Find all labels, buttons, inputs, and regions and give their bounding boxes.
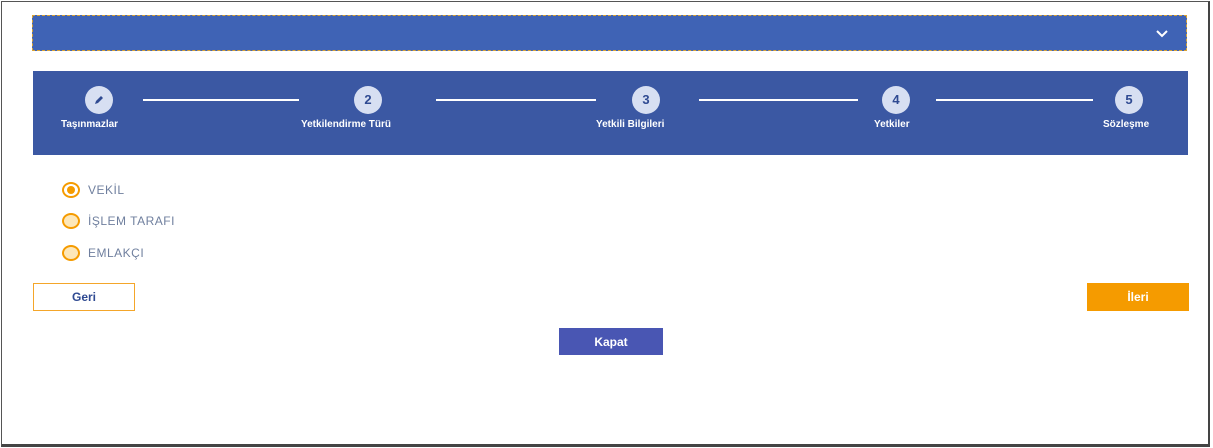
radio-label: EMLAKÇI [88, 246, 145, 260]
radio-option-vekil[interactable]: VEKİL [62, 181, 125, 199]
radio-button[interactable] [62, 213, 80, 229]
step-2-label: Yetkilendirme Türü [301, 119, 392, 130]
step-connector [936, 99, 1093, 101]
radio-option-islem-tarafi[interactable]: İŞLEM TARAFI [62, 212, 175, 230]
chevron-down-icon[interactable] [1156, 26, 1168, 40]
step-2-circle[interactable]: 2 [354, 86, 382, 114]
step-1-label: Taşınmazlar [61, 119, 119, 130]
wizard-stepper: 2 3 4 5 Taşınmazlar Yetkilendirme Türü Y… [33, 71, 1188, 155]
radio-button-checked[interactable] [62, 182, 80, 198]
step-5-circle[interactable]: 5 [1115, 86, 1143, 114]
step-4-circle[interactable]: 4 [882, 86, 910, 114]
step-5-label: Sözleşme [1103, 119, 1150, 130]
close-button[interactable]: Kapat [559, 328, 663, 355]
step-3-label: Yetkili Bilgileri [596, 119, 665, 130]
radio-label: VEKİL [88, 183, 125, 197]
radio-button[interactable] [62, 245, 80, 261]
step-connector [143, 99, 299, 101]
next-button[interactable]: İleri [1087, 283, 1189, 311]
step-4-label: Yetkiler [874, 119, 910, 130]
step-connector [436, 99, 596, 101]
radio-option-emlakci[interactable]: EMLAKÇI [62, 244, 144, 262]
step-1-circle[interactable] [85, 86, 113, 114]
dialog-frame [1, 1, 1210, 447]
pencil-icon [93, 94, 105, 109]
back-button[interactable]: Geri [33, 283, 135, 311]
step-3-circle[interactable]: 3 [632, 86, 660, 114]
radio-label: İŞLEM TARAFI [88, 214, 175, 228]
step-connector [699, 99, 858, 101]
collapsible-header[interactable] [32, 15, 1187, 51]
